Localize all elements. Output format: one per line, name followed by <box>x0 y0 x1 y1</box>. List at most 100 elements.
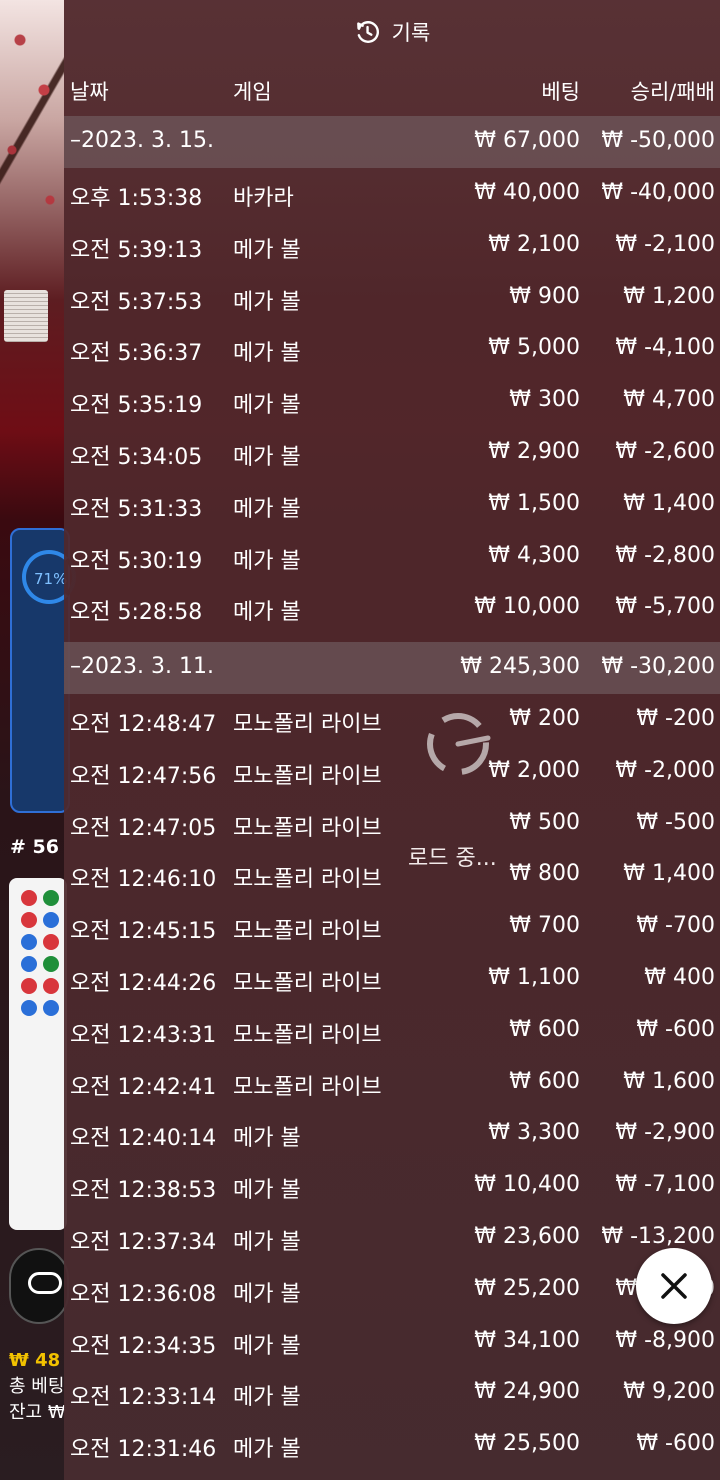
row-game: 바카라 <box>233 186 294 211</box>
history-row[interactable]: 오전 5:37:53 메가 볼 ₩ 900 ₩ 1,200 <box>64 272 720 324</box>
row-result: ₩ -2,000 <box>615 757 715 783</box>
road-bead <box>21 934 37 950</box>
row-result: ₩ 1,600 <box>623 1068 715 1094</box>
row-time: 오전 12:40:14 <box>70 1126 217 1152</box>
group-bet-total: ₩ 245,300 <box>460 654 580 679</box>
row-bet: ₩ 24,900 <box>474 1379 580 1405</box>
bead-road-scoreboard[interactable] <box>9 878 67 1230</box>
row-game: 모노폴리 라이브 <box>233 815 382 841</box>
history-titlebar: 기록 <box>64 0 720 64</box>
row-bet: ₩ 10,000 <box>474 594 580 620</box>
row-result: ₩ -4,100 <box>615 335 715 361</box>
row-result: ₩ -200 <box>636 706 715 731</box>
history-row[interactable]: 오전 12:37:34 메가 볼 ₩ 23,600 ₩ -13,200 <box>64 1212 720 1264</box>
row-time: 오전 12:36:08 <box>70 1281 217 1307</box>
row-game: 모노폴리 라이브 <box>233 1022 382 1048</box>
history-row[interactable]: 오전 12:31:46 메가 볼 ₩ 25,500 ₩ -600 <box>64 1419 720 1471</box>
history-row[interactable]: 오전 12:45:15 모노폴리 라이브 ₩ 700 ₩ -700 <box>64 901 720 953</box>
plum-blossom-decoration <box>0 0 64 260</box>
column-result: 승리/패배 <box>630 80 715 104</box>
history-row[interactable]: 오전 5:31:33 메가 볼 ₩ 1,500 ₩ 1,400 <box>64 479 720 531</box>
loading-text: 로드 중... <box>408 846 497 871</box>
road-bead <box>21 912 37 928</box>
group-result-total: ₩ -50,000 <box>601 128 715 153</box>
history-row[interactable]: 오전 12:42:41 모노폴리 라이브 ₩ 600 ₩ 1,600 <box>64 1057 720 1109</box>
row-game: 모노폴리 라이브 <box>233 919 382 945</box>
road-bead <box>43 978 59 994</box>
row-time: 오전 5:39:13 <box>70 237 203 263</box>
row-time: 오전 5:37:53 <box>70 289 203 315</box>
date-group-header: –2023. 3. 15. ₩ 67,000 ₩ -50,000 <box>64 116 720 168</box>
history-row[interactable]: 오전 12:47:56 모노폴리 라이브 ₩ 2,000 ₩ -2,000 <box>64 746 720 798</box>
history-row[interactable]: 오전 5:35:19 메가 볼 ₩ 300 ₩ 4,700 <box>64 375 720 427</box>
road-bead <box>21 890 37 906</box>
road-bead <box>21 956 37 972</box>
history-row[interactable]: 오전 12:44:26 모노폴리 라이브 ₩ 1,100 ₩ 400 <box>64 953 720 1005</box>
row-time: 오전 12:44:26 <box>70 971 217 996</box>
row-bet: ₩ 300 <box>509 387 580 413</box>
row-result: ₩ -600 <box>636 1016 715 1042</box>
row-result: ₩ 1,200 <box>623 283 715 309</box>
row-result: ₩ -600 <box>636 1431 715 1457</box>
row-game: 모노폴리 라이브 <box>233 867 382 893</box>
row-time: 오전 12:43:31 <box>70 1022 217 1048</box>
row-result: ₩ -2,800 <box>615 542 715 568</box>
column-game: 게임 <box>233 80 272 104</box>
row-time: 오전 5:34:05 <box>70 445 203 470</box>
row-game: 메가 볼 <box>233 1437 301 1463</box>
close-button[interactable] <box>636 1248 712 1324</box>
row-time: 오전 12:47:56 <box>70 763 217 789</box>
road-bead <box>21 1000 37 1016</box>
shoe-number: # 56 <box>10 836 59 858</box>
balance-label: 잔고 ₩ <box>9 1402 66 1423</box>
row-bet: ₩ 25,200 <box>474 1275 580 1301</box>
row-time: 오전 12:33:14 <box>70 1385 217 1411</box>
row-bet: ₩ 700 <box>509 913 580 939</box>
history-panel: 기록 날짜 게임 베팅 승리/패배 –2023. 3. 15. ₩ 67,000 ₩… <box>64 0 720 1480</box>
close-icon <box>661 1273 687 1299</box>
history-row[interactable]: 오전 5:34:05 메가 볼 ₩ 2,900 ₩ -2,600 <box>64 427 720 479</box>
row-time: 오전 5:36:37 <box>70 341 203 367</box>
history-row[interactable]: 오전 12:38:53 메가 볼 ₩ 10,400 ₩ -7,100 <box>64 1160 720 1212</box>
road-bead <box>43 912 59 928</box>
row-bet: ₩ 40,000 <box>474 180 580 205</box>
row-result: ₩ -5,700 <box>615 594 715 620</box>
history-icon <box>356 21 379 43</box>
progress-percent: 71% <box>34 570 68 588</box>
road-bead <box>43 1000 59 1016</box>
history-row[interactable]: 오전 12:43:31 모노폴리 라이브 ₩ 600 ₩ -600 <box>64 1005 720 1057</box>
row-bet: ₩ 800 <box>509 861 580 887</box>
row-game: 메가 볼 <box>233 237 301 263</box>
row-result: ₩ -8,900 <box>615 1327 715 1353</box>
history-row[interactable]: 오전 5:36:37 메가 볼 ₩ 5,000 ₩ -4,100 <box>64 323 720 375</box>
row-time: 오전 12:31:46 <box>70 1437 217 1463</box>
row-time: 오전 12:46:10 <box>70 867 217 893</box>
history-row[interactable]: 오전 12:47:05 모노폴리 라이브 ₩ 500 ₩ -500 <box>64 798 720 850</box>
row-result: ₩ -13,200 <box>601 1224 715 1249</box>
history-row[interactable]: 오전 12:36:08메가 볼₩ 25,200₩ -7,000 <box>64 1264 720 1316</box>
row-game: 메가 볼 <box>233 445 301 470</box>
history-row[interactable]: 오전 12:33:14 메가 볼 ₩ 24,900 ₩ 9,200 <box>64 1367 720 1419</box>
history-row[interactable]: 오전 5:39:13 메가 볼 ₩ 2,100 ₩ -2,100 <box>64 220 720 272</box>
history-row[interactable]: 오전 5:30:19 메가 볼 ₩ 4,300 ₩ -2,800 <box>64 531 720 583</box>
history-row[interactable]: 오전 12:34:35 메가 볼 ₩ 34,100 ₩ -8,900 <box>64 1316 720 1368</box>
row-time: 오전 12:34:35 <box>70 1333 217 1359</box>
history-row[interactable]: 오전 12:40:14 메가 볼 ₩ 3,300 ₩ -2,900 <box>64 1108 720 1160</box>
row-time: 오전 12:42:41 <box>70 1074 217 1100</box>
row-game: 메가 볼 <box>233 548 301 574</box>
row-game: 모노폴리 라이브 <box>233 1074 382 1100</box>
row-result: ₩ -40,000 <box>601 180 715 205</box>
row-time: 오전 12:45:15 <box>70 919 217 945</box>
history-row[interactable]: 오후 1:53:38 바카라 ₩ 40,000 ₩ -40,000 <box>64 168 720 220</box>
row-bet: ₩ 10,400 <box>474 1172 580 1198</box>
history-row[interactable]: 오전 5:28:58 메가 볼 ₩ 10,000 ₩ -5,700 <box>64 582 720 634</box>
row-game: 메가 볼 <box>233 289 301 315</box>
row-result: ₩ -2,600 <box>615 439 715 464</box>
column-date: 날짜 <box>70 80 109 104</box>
history-row[interactable]: 오전 12:46:10 모노폴리 라이브 ₩ 800 ₩ 1,400 <box>64 849 720 901</box>
road-bead <box>43 934 59 950</box>
row-game: 메가 볼 <box>233 1281 301 1307</box>
row-game: 모노폴리 라이브 <box>233 712 382 737</box>
history-row[interactable]: 오전 12:48:47 모노폴리 라이브 ₩ 200 ₩ -200 <box>64 694 720 746</box>
row-game: 메가 볼 <box>233 496 301 522</box>
